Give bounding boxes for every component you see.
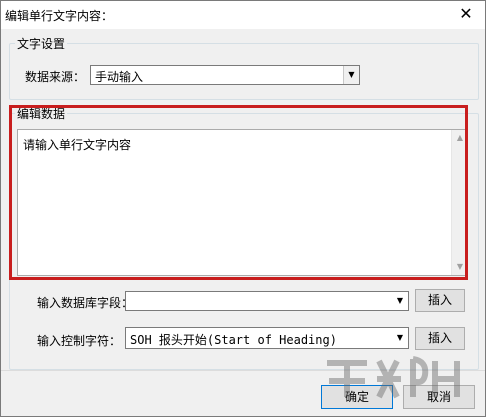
red-highlight-box <box>9 105 468 280</box>
source-select-value: 手动输入 <box>95 70 144 84</box>
db-field-insert-button[interactable]: 插入 <box>415 289 465 312</box>
control-char-value: SOH 报头开始(Start of Heading) <box>130 333 337 347</box>
dialog-title: 编辑单行文字内容： <box>5 9 114 23</box>
source-label: 数据来源： <box>25 70 86 84</box>
chevron-down-icon: ▼ <box>396 296 404 305</box>
text-settings-legend: 文字设置 <box>15 35 68 52</box>
source-select[interactable]: 手动输入 ▼ <box>90 65 360 85</box>
watermark-logo <box>317 351 467 406</box>
chevron-down-icon: ▼ <box>396 333 404 342</box>
title-bar: 编辑单行文字内容： ✕ <box>1 1 485 29</box>
dialog-window: 编辑单行文字内容： ✕ 文字设置 数据来源： 手动输入 ▼ 编辑数据 请输入单行… <box>0 0 486 417</box>
close-icon[interactable]: ✕ <box>455 3 477 25</box>
control-char-select[interactable]: SOH 报头开始(Start of Heading) ▼ <box>125 327 409 349</box>
chevron-down-icon: ▼ <box>343 66 359 84</box>
control-char-insert-button[interactable]: 插入 <box>415 327 465 350</box>
db-field-label: 输入数据库字段： <box>37 296 134 310</box>
db-field-select[interactable]: ▼ <box>125 291 409 311</box>
control-char-label: 输入控制字符： <box>37 334 122 348</box>
